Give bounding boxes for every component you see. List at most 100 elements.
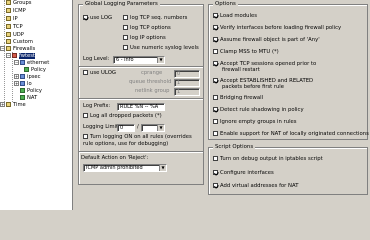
interface-icon (20, 81, 25, 86)
logging-group: Global Logging Parameters use LOG log TC… (78, 1, 204, 185)
collapse-icon[interactable]: − (0, 46, 5, 51)
log-ip-options-checkbox[interactable]: log IP options (123, 35, 166, 42)
checkbox-icon[interactable] (213, 25, 218, 30)
checkbox-icon[interactable] (83, 134, 88, 139)
checkbox-icon[interactable] (213, 170, 218, 175)
interface-icon (20, 60, 25, 65)
log-prefix-label: Log Prefix: (83, 103, 111, 109)
accept-tcp-sessions-label-2: firewall restart (222, 67, 260, 73)
log-level-select[interactable]: 6 - info ▼ (113, 56, 165, 64)
checkbox-icon[interactable] (213, 119, 218, 124)
configure-interfaces-checkbox[interactable]: Configure interfaces (213, 170, 274, 177)
turn-on-logging-checkbox[interactable]: Turn logging ON on all rules (overrides … (83, 134, 201, 147)
expand-icon[interactable]: + (14, 81, 19, 86)
options-group: Options Load modules Verify interfaces b… (208, 1, 369, 140)
log-tcp-options-checkbox[interactable]: log TCP options (123, 25, 171, 32)
log-prefix-input[interactable]: RULE %N -- %A (117, 103, 165, 111)
accept-established-label-2: packets before first rule (222, 84, 284, 90)
queue-threshold-label: queue threshold (129, 79, 172, 85)
use-log-checkbox[interactable]: use LOG (83, 15, 112, 22)
tree-item-firewalls[interactable]: − Firewalls (0, 46, 35, 53)
folder-icon (6, 0, 11, 5)
logging-limit-input[interactable]: 0 (117, 124, 135, 132)
ignore-empty-groups-checkbox[interactable]: Ignore empty groups in rules (213, 119, 297, 126)
tree-item-icmp[interactable]: ICMP (6, 8, 26, 15)
tree-item-fwtest[interactable]: − fwtest (6, 53, 35, 60)
netlink-group-label: netlink group (135, 88, 170, 94)
logging-limit-label: Logging Limit (83, 124, 119, 130)
logging-group-title: Global Logging Parameters (83, 1, 160, 8)
netlink-group-input[interactable]: 1 (174, 88, 200, 96)
folder-icon (6, 8, 11, 13)
collapse-icon[interactable]: − (6, 53, 11, 58)
policy-icon (20, 88, 25, 93)
checkbox-icon[interactable] (213, 78, 218, 83)
checkbox-icon[interactable] (213, 107, 218, 112)
tree-item-ip[interactable]: IP (6, 16, 18, 23)
tree-item-tcp[interactable]: TCP (6, 24, 23, 31)
tree-item-time[interactable]: + Time (0, 102, 26, 109)
folder-icon (6, 102, 11, 107)
checkbox-icon[interactable] (123, 25, 128, 30)
detect-shadowing-checkbox[interactable]: Detect rule shadowing in policy (213, 107, 304, 114)
checkbox-icon[interactable] (213, 49, 218, 54)
checkbox-icon[interactable] (123, 15, 128, 20)
tree-item-policy-eth[interactable]: Policy (24, 67, 46, 74)
checkbox-icon[interactable] (213, 131, 218, 136)
nat-icon (20, 95, 25, 100)
checkbox-icon[interactable] (213, 183, 218, 188)
logging-limit-unit: / (137, 124, 139, 130)
checkbox-icon[interactable] (83, 70, 88, 75)
folder-icon (6, 16, 11, 21)
folder-icon (6, 39, 11, 44)
chevron-down-icon[interactable]: ▼ (157, 125, 164, 131)
numeric-syslog-checkbox[interactable]: Use numeric syslog levels (123, 45, 199, 52)
checkbox-icon[interactable] (213, 61, 218, 66)
tree-item-ipsec[interactable]: + ipsec (14, 74, 40, 81)
chevron-down-icon[interactable]: ▼ (159, 165, 166, 171)
reject-action-select[interactable]: ICMP admin prohibited ▼ (83, 164, 167, 172)
cprange-input[interactable]: 0 (174, 70, 200, 78)
checkbox-icon[interactable] (83, 113, 88, 118)
cprange-label: cprange (141, 70, 163, 76)
logging-limit-unit-select[interactable]: ▼ (141, 124, 165, 132)
verify-interfaces-checkbox[interactable]: Verify interfaces before loading firewal… (213, 25, 341, 32)
checkbox-icon[interactable] (213, 156, 218, 161)
tree-item-groups[interactable]: Groups (6, 0, 32, 7)
checkbox-icon[interactable] (83, 15, 88, 20)
reject-action-label: Default Action on 'Reject': (81, 155, 149, 161)
assume-fw-any-checkbox[interactable]: Assume firewall object is part of 'Any' (213, 37, 320, 44)
tree-item-nat[interactable]: NAT (20, 95, 37, 102)
nat-local-checkbox[interactable]: Enable support for NAT of locally origin… (213, 131, 369, 138)
folder-icon (6, 32, 11, 37)
clamp-mss-checkbox[interactable]: Clamp MSS to MTU (*) (213, 49, 279, 56)
load-modules-checkbox[interactable]: Load modules (213, 13, 257, 20)
checkbox-icon[interactable] (123, 45, 128, 50)
tree-item-policy[interactable]: Policy (20, 88, 42, 95)
checkbox-icon[interactable] (123, 35, 128, 40)
queue-threshold-input[interactable]: 1 (174, 79, 200, 87)
chevron-down-icon[interactable]: ▼ (157, 57, 164, 63)
tree-item-udp[interactable]: UDP (6, 32, 24, 39)
tree-item-custom[interactable]: Custom (6, 39, 33, 46)
options-group-title: Options (213, 1, 238, 8)
collapse-icon[interactable]: − (14, 60, 19, 65)
expand-icon[interactable]: + (0, 102, 5, 107)
use-ulog-checkbox[interactable]: use ULOG (83, 70, 116, 77)
log-level-label: Log Level: (83, 56, 110, 62)
policy-icon (24, 67, 29, 72)
virtual-addresses-nat-checkbox[interactable]: Add virtual addresses for NAT (213, 183, 298, 190)
log-all-dropped-checkbox[interactable]: Log all dropped packets (*) (83, 113, 162, 120)
checkbox-icon[interactable] (213, 13, 218, 18)
object-tree[interactable]: Groups ICMP IP TCP UDP Custom − Firewalls… (0, 0, 73, 210)
log-tcp-seq-checkbox[interactable]: log TCP seq. numbers (123, 15, 187, 22)
interface-icon (20, 74, 25, 79)
tree-item-ethernet[interactable]: − ethernet (14, 60, 49, 67)
checkbox-icon[interactable] (213, 37, 218, 42)
bridging-firewall-checkbox[interactable]: Bridging firewall (213, 95, 263, 102)
tree-item-lo[interactable]: + lo (14, 81, 32, 88)
debug-output-checkbox[interactable]: Turn on debug output in iptables script (213, 156, 323, 163)
script-options-group: Script Options Turn on debug output in i… (208, 144, 368, 195)
expand-icon[interactable]: + (14, 74, 19, 79)
checkbox-icon[interactable] (213, 95, 218, 100)
